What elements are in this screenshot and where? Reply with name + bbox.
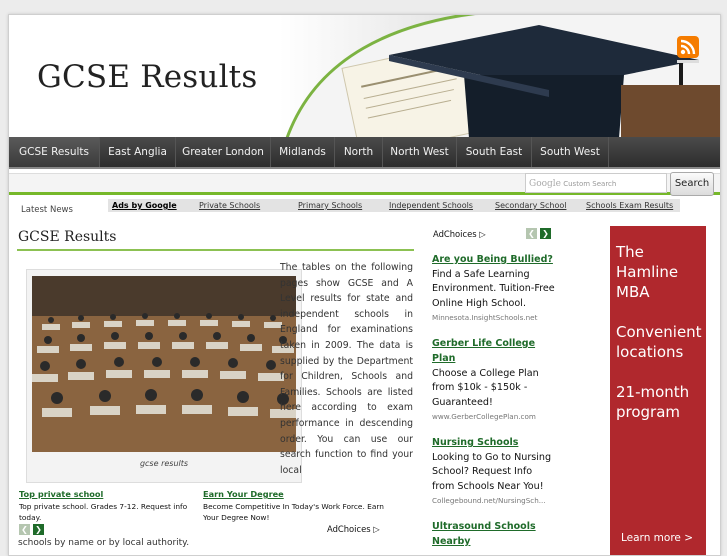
nav-item-north-west[interactable]: North West [383, 137, 457, 167]
site-title[interactable]: GCSE Results [37, 59, 257, 95]
banner-line-1: The [616, 243, 644, 261]
ad-link-secondary-school[interactable]: Secondary School [495, 199, 566, 212]
bottom-ad-2-desc: Become Competitive In Today's Work Force… [203, 502, 384, 522]
nav-item-south-west[interactable]: South West [532, 137, 609, 167]
ad-link-bar: Ads by Google Private Schools Primary Sc… [108, 199, 680, 212]
banner-line-2: Hamline [616, 263, 679, 281]
banner-line-5: Convenient [616, 323, 702, 341]
main-nav: GCSE Results East Anglia Greater London … [9, 137, 720, 169]
adchoices-icon: ▷ [479, 229, 486, 239]
photo-caption: gcse results [139, 459, 189, 468]
right-ad-2-desc: Choose a College Plan from $10k - $150k … [432, 368, 539, 408]
ads-by-google-label[interactable]: Ads by Google [112, 199, 177, 212]
google-brand: Google [529, 179, 561, 189]
nav-item-south-east[interactable]: South East [457, 137, 532, 167]
right-ad-1-desc: Find a Safe Learning Environment. Tuitio… [432, 269, 555, 309]
rss-label-strip [677, 60, 699, 63]
bottom-ad-1: Top private school Top private school. G… [19, 489, 195, 523]
right-ad-1-title[interactable]: Are you Being Bullied? [432, 252, 556, 267]
hamline-banner-ad[interactable]: The Hamline MBA Convenient locations 21-… [610, 226, 706, 555]
right-ad-3-title[interactable]: Nursing Schools [432, 435, 556, 450]
banner-line-8: 21-month [616, 383, 690, 401]
nav-item-gcse-results[interactable]: GCSE Results [9, 137, 100, 167]
nav-item-east-anglia[interactable]: East Anglia [100, 137, 176, 167]
bottom-adchoices[interactable]: AdChoices ▷ [327, 524, 380, 534]
site-header: GCSE Results [9, 15, 720, 138]
photo-frame: gcse results [26, 269, 302, 483]
ad-link-independent-schools[interactable]: Independent Schools [389, 199, 473, 212]
rss-icon[interactable] [677, 36, 699, 58]
ad-link-private-schools[interactable]: Private Schools [199, 199, 260, 212]
bottom-ad-1-desc: Top private school. Grades 7-12. Request… [19, 502, 188, 522]
search-button[interactable]: Search [670, 172, 714, 196]
title-divider [17, 249, 414, 251]
right-adchoices-label: AdChoices [433, 229, 477, 239]
nav-item-midlands[interactable]: Midlands [271, 137, 335, 167]
bottom-ad-2: Earn Your Degree Become Competitive In T… [203, 489, 389, 523]
page-title: GCSE Results [18, 229, 117, 245]
graduation-cap-image [279, 15, 720, 138]
chevron-left-icon[interactable]: ❮ [19, 524, 30, 535]
banner-spacer-1 [610, 302, 706, 322]
banner-learn-more[interactable]: Learn more > [621, 532, 693, 544]
banner-line-9: program [616, 403, 681, 421]
chevron-right-icon[interactable]: ❯ [540, 228, 551, 239]
right-ad-3-url[interactable]: Collegebound.net/NursingSch... [432, 496, 556, 505]
chevron-right-icon[interactable]: ❯ [33, 524, 44, 535]
intro-paragraph: The tables on the following pages show G… [280, 262, 413, 476]
right-ad-1-url[interactable]: Minnesota.InsightSchools.net [432, 313, 556, 322]
right-ad-3-desc: Looking to Go to Nursing School? Request… [432, 452, 552, 492]
adchoices-icon: ▷ [373, 524, 380, 534]
paragraph-continued: schools by name or by local authority. [18, 538, 190, 548]
search-input[interactable]: Google Custom Search [525, 173, 667, 193]
ad-link-schools-exam-results[interactable]: Schools Exam Results [586, 199, 673, 212]
nav-item-greater-london[interactable]: Greater London [176, 137, 271, 167]
nav-item-north[interactable]: North [335, 137, 383, 167]
bottom-ad-1-title[interactable]: Top private school [19, 489, 195, 499]
search-placeholder: Custom Search [563, 180, 617, 188]
latest-news-label: Latest News [21, 205, 73, 215]
ad-link-primary-schools[interactable]: Primary Schools [298, 199, 362, 212]
right-ad-2-title[interactable]: Gerber Life College Plan [432, 336, 556, 366]
exam-hall-photo [32, 276, 296, 452]
bottom-ad-2-title[interactable]: Earn Your Degree [203, 489, 389, 499]
right-adchoices[interactable]: AdChoices ▷ [433, 229, 486, 239]
right-ad-1: Are you Being Bullied? Find a Safe Learn… [432, 252, 556, 322]
chevron-left-icon[interactable]: ❮ [526, 228, 537, 239]
banner-line-6: locations [616, 343, 684, 361]
page-frame: GCSE Results GCSE Results East Anglia Gr… [8, 14, 721, 556]
right-ad-2-url[interactable]: www.GerberCollegePlan.com [432, 412, 556, 421]
banner-line-3: MBA [616, 283, 650, 301]
bottom-adchoices-label: AdChoices [327, 524, 371, 534]
right-ad-3: Nursing Schools Looking to Go to Nursing… [432, 435, 556, 505]
banner-spacer-2 [610, 362, 706, 382]
right-ad-2: Gerber Life College Plan Choose a Colleg… [432, 336, 556, 421]
